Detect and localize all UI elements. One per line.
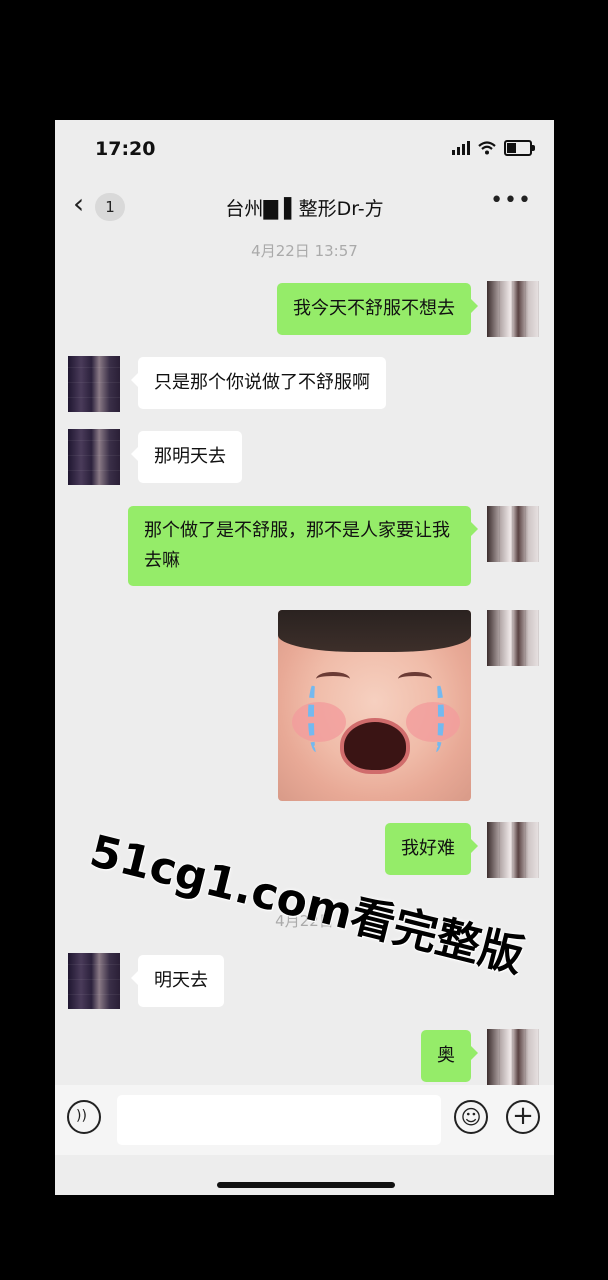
signal-icon (452, 141, 470, 155)
message-bubble[interactable]: 奥 (421, 1030, 478, 1082)
home-indicator[interactable] (217, 1182, 395, 1188)
voice-icon[interactable]: )) (67, 1100, 101, 1134)
status-icons (452, 140, 535, 156)
timestamp: 4月22日 13:57 (251, 242, 358, 260)
my-avatar[interactable] (487, 506, 539, 562)
message-bubble[interactable]: 我好难 (385, 823, 478, 875)
crying-baby-sticker[interactable] (278, 610, 471, 801)
contact-avatar[interactable] (68, 356, 120, 412)
message-bubble[interactable]: 我今天不舒服不想去 (277, 283, 478, 335)
my-avatar[interactable] (487, 610, 539, 666)
message-bubble[interactable]: 明天去 (131, 955, 224, 1007)
more-icon[interactable]: ••• (490, 188, 532, 213)
message-input[interactable] (117, 1095, 441, 1145)
wifi-icon (478, 141, 496, 155)
message-bubble[interactable]: 只是那个你说做了不舒服啊 (131, 357, 386, 409)
chat-title: 台州▇ ▌整形Dr-方 (225, 198, 384, 220)
my-avatar[interactable] (487, 281, 539, 337)
my-avatar[interactable] (487, 1029, 539, 1085)
emoji-icon[interactable]: ☺ (454, 1100, 488, 1134)
message-bubble[interactable]: 那个做了是不舒服，那不是人家要让我去嘛 (128, 506, 478, 586)
plus-icon[interactable]: + (506, 1100, 540, 1134)
input-bar: )) ☺ + (55, 1085, 554, 1155)
message-bubble[interactable]: 那明天去 (131, 431, 242, 483)
chat-header: ‹ 1 台州▇ ▌整形Dr-方 ••• (55, 178, 554, 236)
my-avatar[interactable] (487, 822, 539, 878)
status-bar: 17:20 (55, 120, 554, 178)
battery-icon (504, 140, 535, 156)
contact-avatar[interactable] (68, 953, 120, 1009)
contact-avatar[interactable] (68, 429, 120, 485)
chat-screen: 17:20 ‹ 1 台州▇ ▌整形Dr-方 ••• 4月22日 13:57 我今… (55, 120, 554, 1195)
status-time: 17:20 (95, 138, 156, 160)
